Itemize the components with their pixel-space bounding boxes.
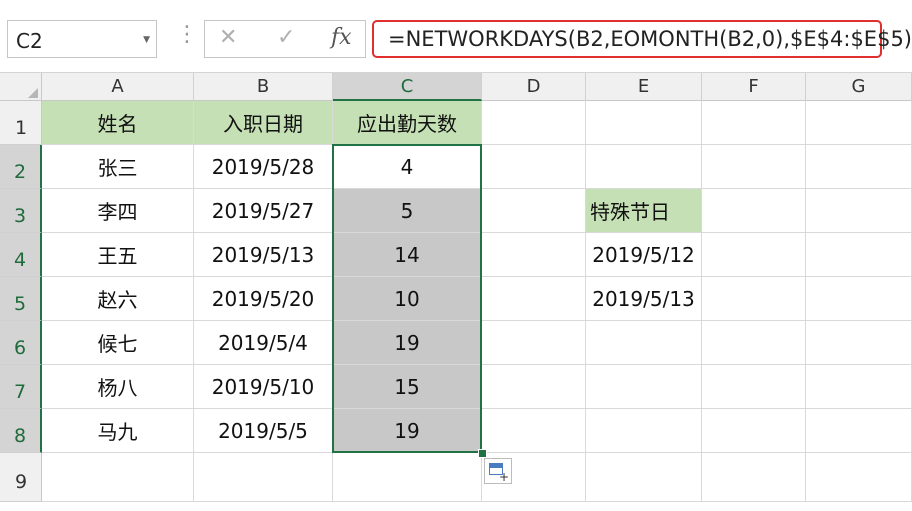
formula-bar-area: C2 ▼ ⋮ ✕ ✓ fx =NETWORKDAYS(B2,EOMONTH(B2… [0, 0, 912, 72]
row-header-4[interactable]: 4 [0, 233, 42, 277]
row-header-5[interactable]: 5 [0, 277, 42, 321]
cell-g8[interactable] [806, 409, 912, 453]
row-header-6[interactable]: 6 [0, 321, 42, 365]
cell-b9[interactable] [194, 453, 333, 502]
cell-f5[interactable] [702, 277, 806, 321]
column-header-f[interactable]: F [702, 73, 806, 101]
formula-buttons: ✕ ✓ fx [204, 20, 366, 58]
select-all-icon [28, 88, 38, 98]
cell-b5[interactable]: 2019/5/20 [194, 277, 333, 321]
cell-c8[interactable]: 19 [333, 409, 482, 453]
cell-a5[interactable]: 赵六 [42, 277, 194, 321]
cell-b6[interactable]: 2019/5/4 [194, 321, 333, 365]
quick-analysis-button[interactable]: + [484, 458, 512, 484]
cell-a8[interactable]: 马九 [42, 409, 194, 453]
row-header-9[interactable]: 9 [0, 453, 42, 502]
cell-f4[interactable] [702, 233, 806, 277]
cell-f8[interactable] [702, 409, 806, 453]
cell-c7[interactable]: 15 [333, 365, 482, 409]
cell-a7[interactable]: 杨八 [42, 365, 194, 409]
cell-f6[interactable] [702, 321, 806, 365]
cell-b2[interactable]: 2019/5/28 [194, 145, 333, 189]
cell-c5[interactable]: 10 [333, 277, 482, 321]
cell-e1[interactable] [586, 101, 702, 145]
fill-handle[interactable] [478, 449, 487, 458]
cell-c4[interactable]: 14 [333, 233, 482, 277]
name-box[interactable]: C2 ▼ [7, 20, 157, 58]
formula-text: =NETWORKDAYS(B2,EOMONTH(B2,0),$E$4:$E$5) [388, 27, 912, 51]
cell-c2[interactable]: 4 [333, 145, 482, 189]
cell-b7[interactable]: 2019/5/10 [194, 365, 333, 409]
select-all-button[interactable] [0, 73, 42, 101]
cell-e4[interactable]: 2019/5/12 [586, 233, 702, 277]
cell-d4[interactable] [482, 233, 586, 277]
cell-g5[interactable] [806, 277, 912, 321]
cell-e3[interactable]: 特殊节日 [586, 189, 702, 233]
plus-icon: + [498, 470, 509, 484]
column-headers: A B C D E F G [0, 73, 912, 101]
cell-b1[interactable]: 入职日期 [194, 101, 333, 145]
cell-e6[interactable] [586, 321, 702, 365]
row-header-3[interactable]: 3 [0, 189, 42, 233]
row-header-1[interactable]: 1 [0, 101, 42, 145]
cell-e7[interactable] [586, 365, 702, 409]
cell-c1[interactable]: 应出勤天数 [333, 101, 482, 145]
more-vertical-icon: ⋮ [176, 22, 198, 47]
cell-b8[interactable]: 2019/5/5 [194, 409, 333, 453]
row-header-7[interactable]: 7 [0, 365, 42, 409]
cell-f2[interactable] [702, 145, 806, 189]
cell-b3[interactable]: 2019/5/27 [194, 189, 333, 233]
column-header-g[interactable]: G [806, 73, 912, 101]
cell-f7[interactable] [702, 365, 806, 409]
cell-g1[interactable] [806, 101, 912, 145]
formula-input[interactable]: =NETWORKDAYS(B2,EOMONTH(B2,0),$E$4:$E$5) [372, 20, 912, 58]
cell-a1[interactable]: 姓名 [42, 101, 194, 145]
row-header-2[interactable]: 2 [0, 145, 42, 189]
cell-e2[interactable] [586, 145, 702, 189]
cell-g4[interactable] [806, 233, 912, 277]
insert-function-icon[interactable]: fx [331, 25, 352, 50]
cell-f9[interactable] [702, 453, 806, 502]
column-header-d[interactable]: D [482, 73, 586, 101]
chevron-down-icon[interactable]: ▼ [143, 35, 150, 45]
enter-icon[interactable]: ✓ [277, 25, 295, 50]
cell-g7[interactable] [806, 365, 912, 409]
worksheet-grid: 姓名 入职日期 应出勤天数 张三 2019/5/28 4 李四 2019/5/2… [42, 101, 912, 502]
cell-c3[interactable]: 5 [333, 189, 482, 233]
cell-d5[interactable] [482, 277, 586, 321]
column-header-e[interactable]: E [586, 73, 702, 101]
cell-d8[interactable] [482, 409, 586, 453]
cell-g9[interactable] [806, 453, 912, 502]
cell-f1[interactable] [702, 101, 806, 145]
column-header-c[interactable]: C [333, 73, 482, 101]
cell-g3[interactable] [806, 189, 912, 233]
cell-d3[interactable] [482, 189, 586, 233]
cell-c9[interactable] [333, 453, 482, 502]
cell-a3[interactable]: 李四 [42, 189, 194, 233]
cell-a2[interactable]: 张三 [42, 145, 194, 189]
cell-b4[interactable]: 2019/5/13 [194, 233, 333, 277]
column-header-b[interactable]: B [194, 73, 333, 101]
cell-g2[interactable] [806, 145, 912, 189]
cell-d2[interactable] [482, 145, 586, 189]
cell-c6[interactable]: 19 [333, 321, 482, 365]
column-header-a[interactable]: A [42, 73, 194, 101]
cell-a4[interactable]: 王五 [42, 233, 194, 277]
cell-d7[interactable] [482, 365, 586, 409]
row-header-8[interactable]: 8 [0, 409, 42, 453]
cell-g6[interactable] [806, 321, 912, 365]
cell-a6[interactable]: 候七 [42, 321, 194, 365]
cell-e5[interactable]: 2019/5/13 [586, 277, 702, 321]
cell-e8[interactable] [586, 409, 702, 453]
cell-f3[interactable] [702, 189, 806, 233]
cell-d6[interactable] [482, 321, 586, 365]
cell-e9[interactable] [586, 453, 702, 502]
cell-d1[interactable] [482, 101, 586, 145]
row-headers: 1 2 3 4 5 6 7 8 9 [0, 101, 42, 502]
cancel-icon[interactable]: ✕ [219, 25, 237, 50]
name-box-value: C2 [16, 29, 43, 53]
cell-a9[interactable] [42, 453, 194, 502]
